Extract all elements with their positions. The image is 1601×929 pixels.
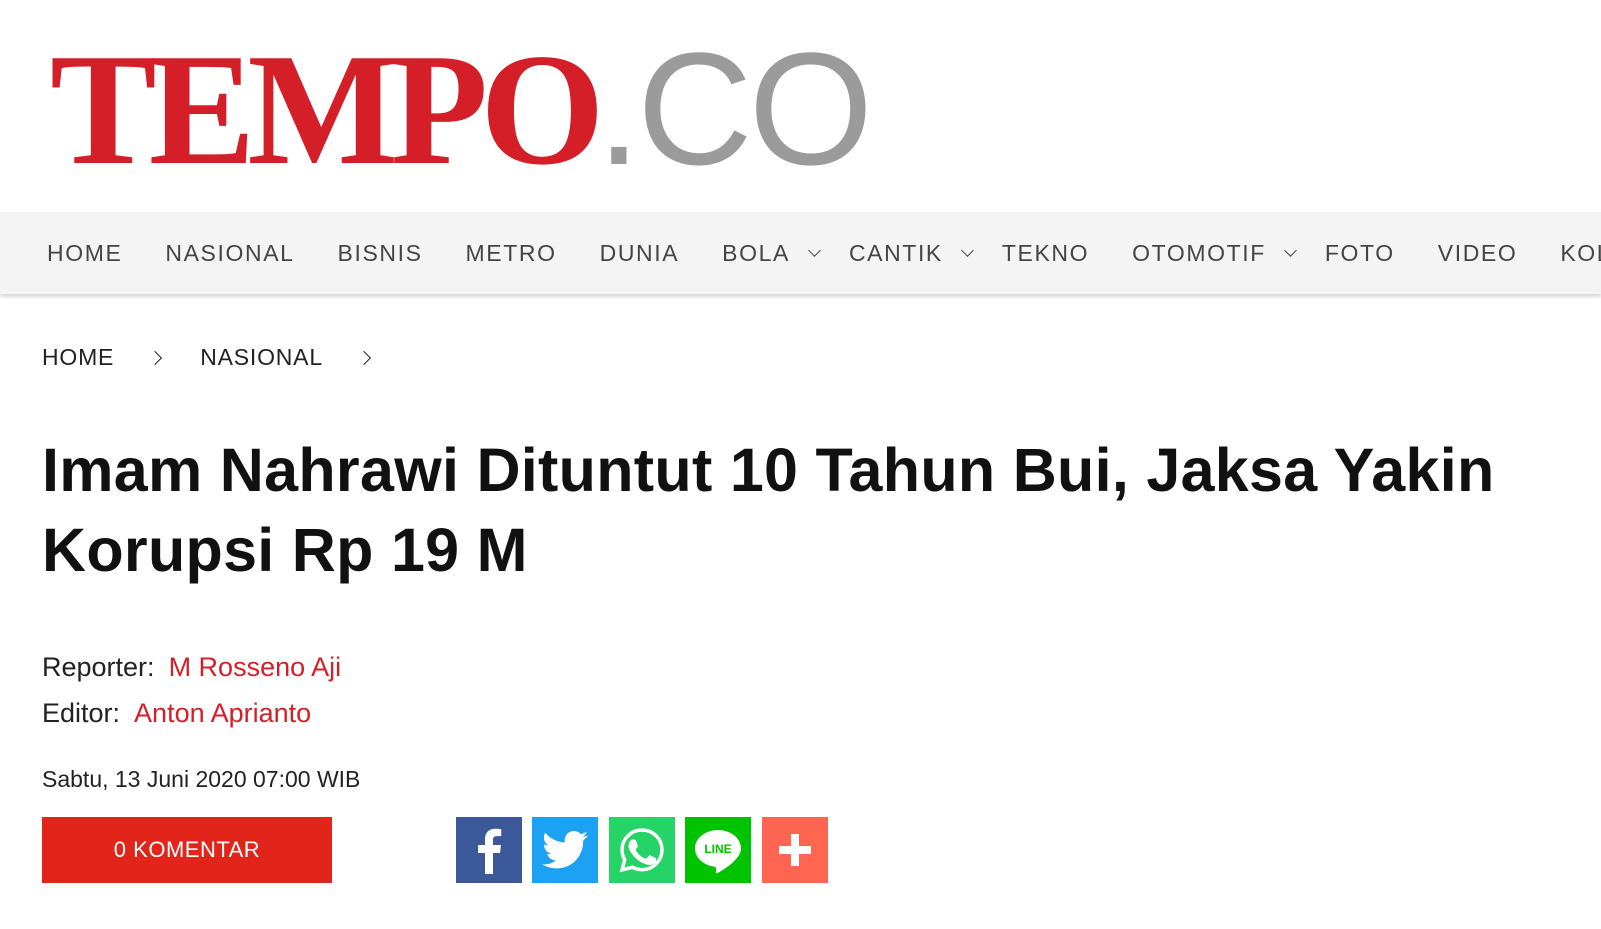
nav-label: HOME (47, 239, 123, 266)
nav-label: KOL (1560, 239, 1601, 266)
editor-label: Editor: (42, 698, 121, 728)
nav-item-bisnis[interactable]: BISNIS (338, 240, 423, 267)
nav-label: OTOMOTIF (1132, 239, 1266, 266)
chevron-down-icon[interactable] (1284, 243, 1297, 257)
main-nav: HOME NASIONAL BISNIS METRO DUNIA BOLA CA… (0, 212, 1601, 294)
nav-item-cantik[interactable]: CANTIK (848, 239, 974, 267)
reporter-label: Reporter: (42, 652, 155, 682)
nav-item-dunia[interactable]: DUNIA (600, 240, 680, 267)
share-whatsapp-button[interactable] (609, 817, 675, 883)
twitter-icon (542, 831, 588, 869)
site-logo[interactable]: TEMPO .CO (50, 19, 873, 198)
nav-item-otomotif[interactable]: OTOMOTIF (1132, 239, 1297, 267)
plus-icon (779, 834, 811, 866)
nav-label: METRO (465, 239, 557, 266)
comments-button[interactable]: 0 KOMENTAR (42, 817, 332, 883)
share-twitter-button[interactable] (532, 817, 598, 883)
nav-label: NASIONAL (165, 239, 295, 266)
nav-item-video[interactable]: VIDEO (1438, 240, 1518, 267)
share-line-button[interactable]: LINE (685, 817, 751, 883)
nav-item-metro[interactable]: METRO (466, 240, 557, 267)
chevron-right-icon (148, 350, 163, 365)
nav-item-bola[interactable]: BOLA (722, 239, 821, 267)
logo-co-text: .CO (596, 19, 873, 198)
nav-label: CANTIK (848, 239, 943, 266)
publish-date: Sabtu, 13 Juni 2020 07:00 WIB (42, 766, 361, 792)
nav-label: FOTO (1324, 239, 1395, 266)
reporter-name-link[interactable]: M Rosseno Aji (169, 652, 342, 682)
nav-label: DUNIA (599, 239, 680, 266)
comment-label: KOMENTAR (133, 837, 261, 862)
share-facebook-button[interactable] (456, 817, 522, 883)
editor-name-link[interactable]: Anton Aprianto (134, 698, 311, 728)
nav-item-kolom[interactable]: KOL (1560, 240, 1601, 267)
chevron-right-icon (356, 350, 371, 365)
reporter-line: Reporter: M Rosseno Aji (42, 652, 341, 683)
nav-item-nasional[interactable]: NASIONAL (165, 240, 294, 267)
nav-label: VIDEO (1437, 239, 1518, 266)
nav-item-tekno[interactable]: TEKNO (1002, 240, 1089, 267)
nav-item-home[interactable]: HOME (47, 240, 122, 267)
chevron-down-icon[interactable] (808, 243, 821, 257)
facebook-icon (478, 828, 502, 874)
editor-line: Editor: Anton Aprianto (42, 698, 311, 729)
nav-item-foto[interactable]: FOTO (1325, 240, 1395, 267)
share-more-button[interactable] (762, 817, 828, 883)
line-icon: LINE (695, 830, 741, 874)
svg-text:LINE: LINE (704, 842, 731, 856)
logo-tempo-text: TEMPO (50, 20, 605, 198)
breadcrumb: HOME NASIONAL (42, 344, 409, 371)
article-title: Imam Nahrawi Dituntut 10 Tahun Bui, Jaks… (42, 436, 1495, 584)
whatsapp-icon (619, 828, 664, 873)
nav-label: BOLA (722, 239, 790, 266)
chevron-down-icon[interactable] (961, 243, 974, 257)
breadcrumb-nasional[interactable]: NASIONAL (200, 344, 323, 371)
comment-count: 0 (113, 837, 127, 862)
nav-label: TEKNO (1001, 239, 1090, 266)
breadcrumb-home[interactable]: HOME (42, 344, 114, 371)
nav-label: BISNIS (337, 239, 423, 266)
